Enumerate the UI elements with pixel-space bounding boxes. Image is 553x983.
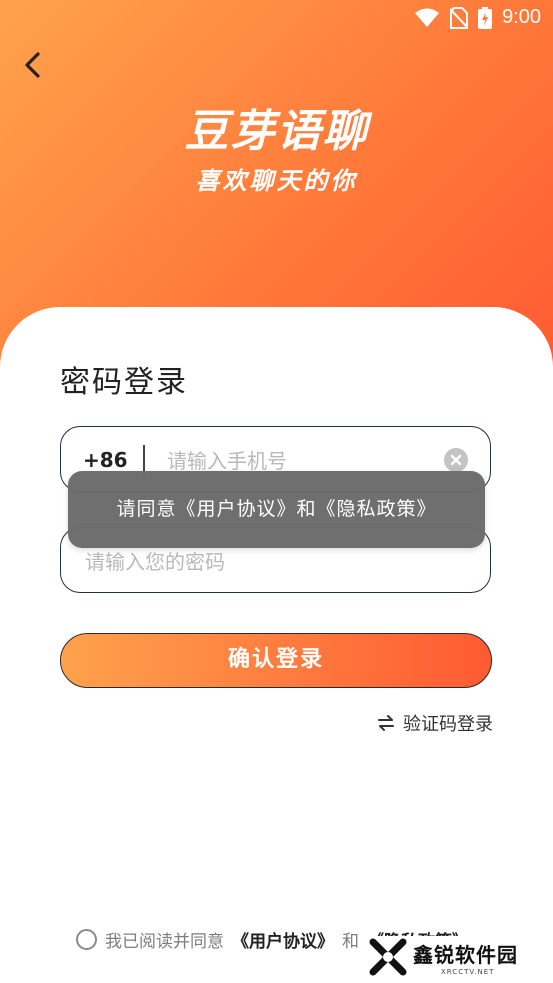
agree-radio[interactable] xyxy=(76,929,97,950)
toast-message: 请同意《用户协议》和《隐私政策》 xyxy=(68,471,485,548)
brand-logo: 豆芽语聊 喜欢聊天的你 xyxy=(0,95,553,196)
clear-input-button[interactable] xyxy=(444,448,468,472)
watermark-logo-icon xyxy=(369,938,407,976)
watermark-text: 鑫锐软件园 XRCCTV.NET xyxy=(413,939,518,976)
back-arrow-icon[interactable] xyxy=(18,48,52,82)
watermark-sub: XRCCTV.NET xyxy=(441,967,495,976)
status-time: 9:00 xyxy=(502,6,541,28)
status-icons: 9:00 xyxy=(414,6,541,29)
no-sim-icon xyxy=(450,6,469,29)
confirm-login-button[interactable]: 确认登录 xyxy=(60,633,492,688)
watermark: 鑫锐软件园 XRCCTV.NET xyxy=(369,936,531,978)
watermark-main: 鑫锐软件园 xyxy=(413,942,518,967)
sms-login-label: 验证码登录 xyxy=(403,714,493,735)
battery-charging-icon xyxy=(478,6,493,29)
swap-icon xyxy=(378,715,394,731)
agreement-prefix: 我已阅读并同意 xyxy=(105,932,224,952)
country-code[interactable]: +86 xyxy=(83,448,128,472)
agreement-conjunction: 和 xyxy=(342,932,359,952)
password-input[interactable] xyxy=(83,546,467,578)
wifi-icon xyxy=(415,8,440,27)
close-icon xyxy=(450,454,462,466)
brand-title: 豆芽语聊 xyxy=(184,106,369,157)
status-bar: 9:00 xyxy=(0,0,553,38)
sms-login-link[interactable]: 验证码登录 xyxy=(377,710,493,736)
page-title: 密码登录 xyxy=(60,365,188,400)
brand-subtitle: 喜欢聊天的你 xyxy=(195,167,358,195)
user-agreement-link[interactable]: 《用户协议》 xyxy=(232,927,334,952)
